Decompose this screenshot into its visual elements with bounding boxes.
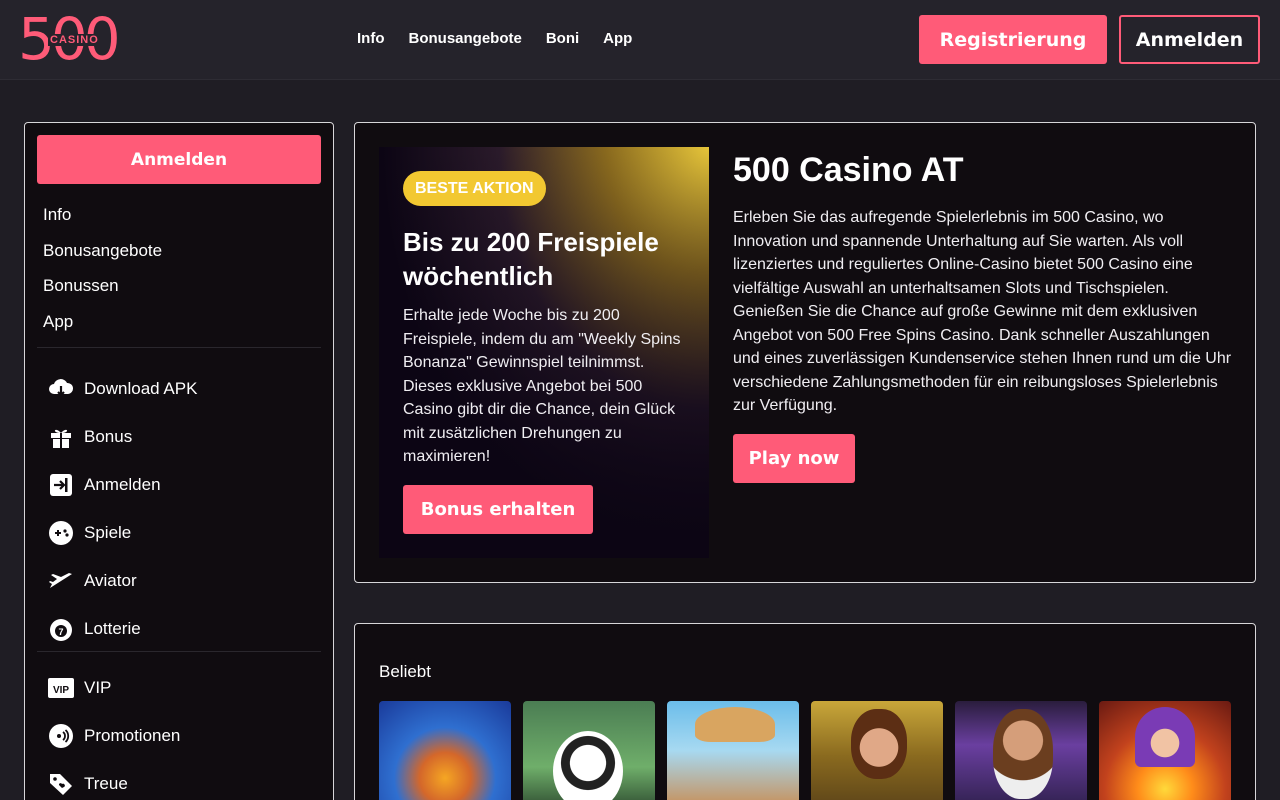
lottery-icon: 7: [47, 615, 75, 643]
sidebar-item-label: Spiele: [84, 523, 132, 542]
promo-badge: BESTE AKTION: [403, 171, 546, 206]
nav-bonusangebote[interactable]: Bonusangebote: [409, 30, 522, 47]
gift-icon: [47, 423, 75, 451]
login-icon: [47, 471, 75, 499]
sidebar-item-label: Treue: [84, 774, 128, 793]
sidebar-item-label: Promotionen: [84, 726, 181, 745]
sidebar-item-promotionen[interactable]: Promotionen: [47, 712, 180, 760]
sidebar-item-spiele[interactable]: Spiele: [47, 509, 197, 557]
promo-banner: BESTE AKTION Bis zu 200 Freispiele wöche…: [379, 147, 709, 558]
sidebar-item-anmelden[interactable]: Anmelden: [47, 461, 197, 509]
hero-card: BESTE AKTION Bis zu 200 Freispiele wöche…: [354, 122, 1256, 583]
game-thumbnail[interactable]: [1099, 701, 1231, 800]
nav-boni[interactable]: Boni: [546, 30, 579, 47]
sidebar: Anmelden Info Bonusangebote Bonussen App…: [24, 122, 334, 800]
game-thumbnail[interactable]: [811, 701, 943, 800]
sidebar-divider: [37, 651, 321, 652]
sidebar-login-button[interactable]: Anmelden: [37, 135, 321, 184]
sidebar-link-bonusangebote[interactable]: Bonusangebote: [43, 241, 162, 277]
logo-word: CASINO: [48, 34, 101, 46]
register-button[interactable]: Registrierung: [919, 15, 1107, 64]
sidebar-links: Info Bonusangebote Bonussen App: [43, 205, 162, 347]
game-list: [379, 701, 1231, 800]
gamepad-icon: [47, 519, 75, 547]
svg-text:7: 7: [58, 627, 63, 637]
sidebar-item-lotterie[interactable]: 7 Lotterie: [47, 605, 197, 653]
download-cloud-icon: [47, 375, 75, 403]
sidebar-link-app[interactable]: App: [43, 312, 162, 348]
page-title: 500 Casino AT: [733, 151, 964, 189]
sidebar-item-label: Anmelden: [84, 475, 161, 494]
game-thumbnail[interactable]: [523, 701, 655, 800]
bonus-button[interactable]: Bonus erhalten: [403, 485, 593, 534]
nav-app[interactable]: App: [603, 30, 632, 47]
game-thumbnail[interactable]: [667, 701, 799, 800]
sidebar-item-download-apk[interactable]: Download APK: [47, 365, 197, 413]
play-now-button[interactable]: Play now: [733, 434, 855, 483]
loyalty-tag-icon: [47, 770, 75, 798]
nav-info[interactable]: Info: [357, 30, 385, 47]
top-nav: Info Bonusangebote Boni App: [357, 30, 632, 47]
sidebar-item-label: Lotterie: [84, 619, 141, 638]
sidebar-item-label: Aviator: [84, 571, 137, 590]
game-thumbnail[interactable]: [955, 701, 1087, 800]
login-button[interactable]: Anmelden: [1119, 15, 1260, 64]
sidebar-item-vip[interactable]: VIP VIP: [47, 664, 180, 712]
sidebar-item-label: Bonus: [84, 427, 133, 446]
promo-text: Erhalte jede Woche bis zu 200 Freispiele…: [403, 307, 681, 465]
vip-icon: VIP: [47, 674, 75, 702]
promotions-icon: [47, 722, 75, 750]
sidebar-menu-secondary: VIP VIP Promotionen Treue: [47, 664, 180, 800]
game-thumbnail[interactable]: [379, 701, 511, 800]
sidebar-link-info[interactable]: Info: [43, 205, 162, 241]
section-title: Beliebt: [379, 662, 431, 681]
games-section: Beliebt: [354, 623, 1256, 800]
sidebar-item-treue[interactable]: Treue: [47, 760, 180, 800]
sidebar-menu: Download APK Bonus Anmelden Spiele Aviat…: [47, 365, 197, 653]
sidebar-item-label: Download APK: [84, 379, 198, 398]
sidebar-item-aviator[interactable]: Aviator: [47, 557, 197, 605]
sidebar-item-bonus[interactable]: Bonus: [47, 413, 197, 461]
promo-title: Bis zu 200 Freispiele wöchentlich: [403, 227, 659, 291]
sidebar-divider: [37, 347, 321, 348]
hero-description: Erleben Sie das aufregende Spielerlebnis…: [733, 209, 1232, 414]
sidebar-item-label: VIP: [84, 678, 112, 697]
site-logo[interactable]: 500 CASINO: [18, 6, 121, 72]
plane-icon: [47, 567, 75, 595]
svg-text:VIP: VIP: [53, 685, 69, 696]
sidebar-link-bonussen[interactable]: Bonussen: [43, 276, 162, 312]
site-header: 500 CASINO Info Bonusangebote Boni App R…: [0, 0, 1280, 80]
